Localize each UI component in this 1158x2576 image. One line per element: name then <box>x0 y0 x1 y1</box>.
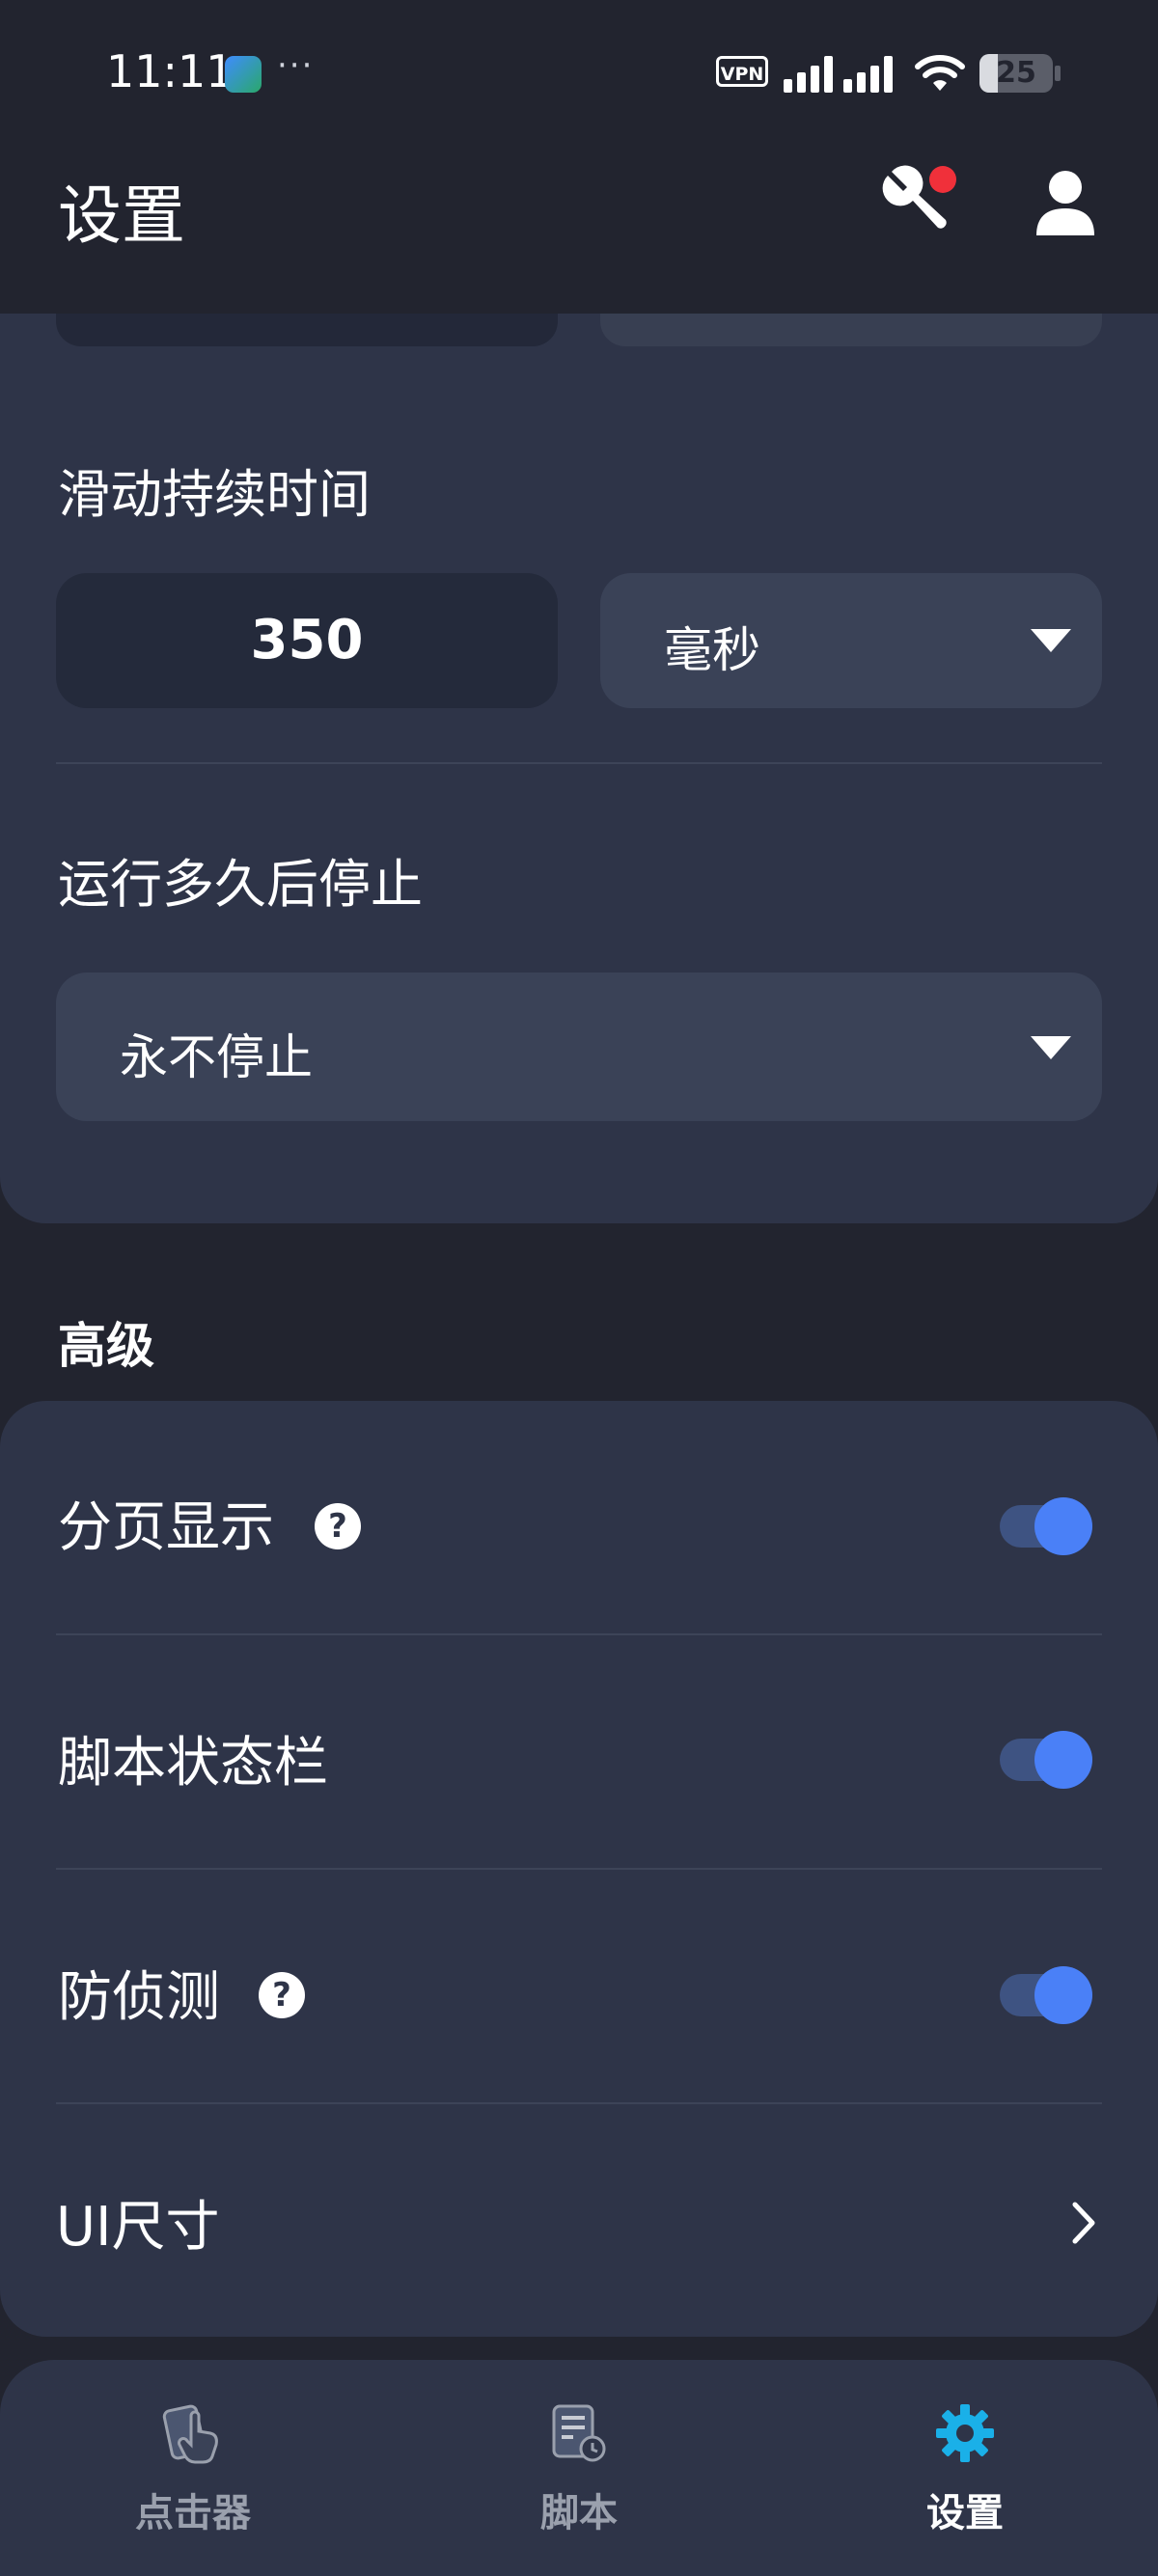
battery-percent: 25 <box>996 56 1036 90</box>
chevron-down-icon <box>1031 629 1071 652</box>
wifi-icon <box>915 55 965 91</box>
nav-label-settings: 设置 <box>926 2491 1004 2535</box>
nav-label-script: 脚本 <box>540 2491 618 2535</box>
status-time: 11:11 <box>106 45 234 97</box>
script-doc-icon <box>552 2404 606 2462</box>
swipe-duration-unit-value: 毫秒 <box>664 622 760 678</box>
tap-hand-icon <box>162 2404 218 2464</box>
help-icon[interactable]: ? <box>315 1503 361 1549</box>
toggle-knob <box>1034 1731 1092 1789</box>
status-bar: 11:11 ··· VPN 25 <box>0 0 1158 145</box>
battery-icon: 25 <box>979 54 1053 93</box>
toggle-knob <box>1034 1497 1092 1555</box>
battery-tip <box>1055 66 1061 81</box>
nav-item-script[interactable]: 脚本 <box>463 2402 695 2557</box>
stop-after-value: 永不停止 <box>120 1029 313 1085</box>
nav-label-clicker: 点击器 <box>135 2491 251 2535</box>
ui-size-row[interactable]: UI尺寸 <box>0 2104 1158 2326</box>
chevron-down-icon <box>1031 1036 1071 1059</box>
gear-icon <box>936 2404 994 2462</box>
swipe-duration-unit-select[interactable]: 毫秒 <box>600 573 1102 708</box>
stop-after-label: 运行多久后停止 <box>58 854 423 915</box>
script-status-bar-row[interactable]: 脚本状态栏 <box>0 1635 1158 1867</box>
nav-item-clicker[interactable]: 点击器 <box>77 2402 309 2557</box>
notification-dot <box>929 166 956 193</box>
notification-app-icon <box>225 56 262 93</box>
prev-select-edge[interactable] <box>600 314 1102 346</box>
signal-icon <box>784 56 893 93</box>
ui-size-label: UI尺寸 <box>56 2196 220 2259</box>
divider <box>56 762 1102 764</box>
prev-input-edge[interactable] <box>56 314 558 346</box>
user-icon <box>1036 171 1094 235</box>
swipe-duration-label: 滑动持续时间 <box>58 464 371 525</box>
swipe-duration-input[interactable]: 350 <box>56 573 558 708</box>
anti-detect-label: 防侦测 <box>58 1966 220 2029</box>
help-icon[interactable]: ? <box>259 1972 305 2018</box>
section-title-advanced: 高级 <box>58 1318 154 1374</box>
profile-button[interactable] <box>1029 166 1102 239</box>
toggle-knob <box>1034 1966 1092 2024</box>
chevron-right-icon <box>1072 2202 1095 2244</box>
script-status-bar-label: 脚本状态栏 <box>58 1732 328 1795</box>
paging-row[interactable]: 分页显示 ? <box>0 1401 1158 1632</box>
vpn-icon: VPN <box>716 56 768 87</box>
anti-detect-row[interactable]: 防侦测 ? <box>0 1870 1158 2101</box>
paging-label: 分页显示 <box>58 1496 274 1559</box>
more-notifications-icon: ··· <box>277 46 315 85</box>
stop-after-select[interactable]: 永不停止 <box>56 973 1102 1121</box>
page-title: 设置 <box>58 178 185 253</box>
nav-item-settings[interactable]: 设置 <box>849 2402 1081 2557</box>
